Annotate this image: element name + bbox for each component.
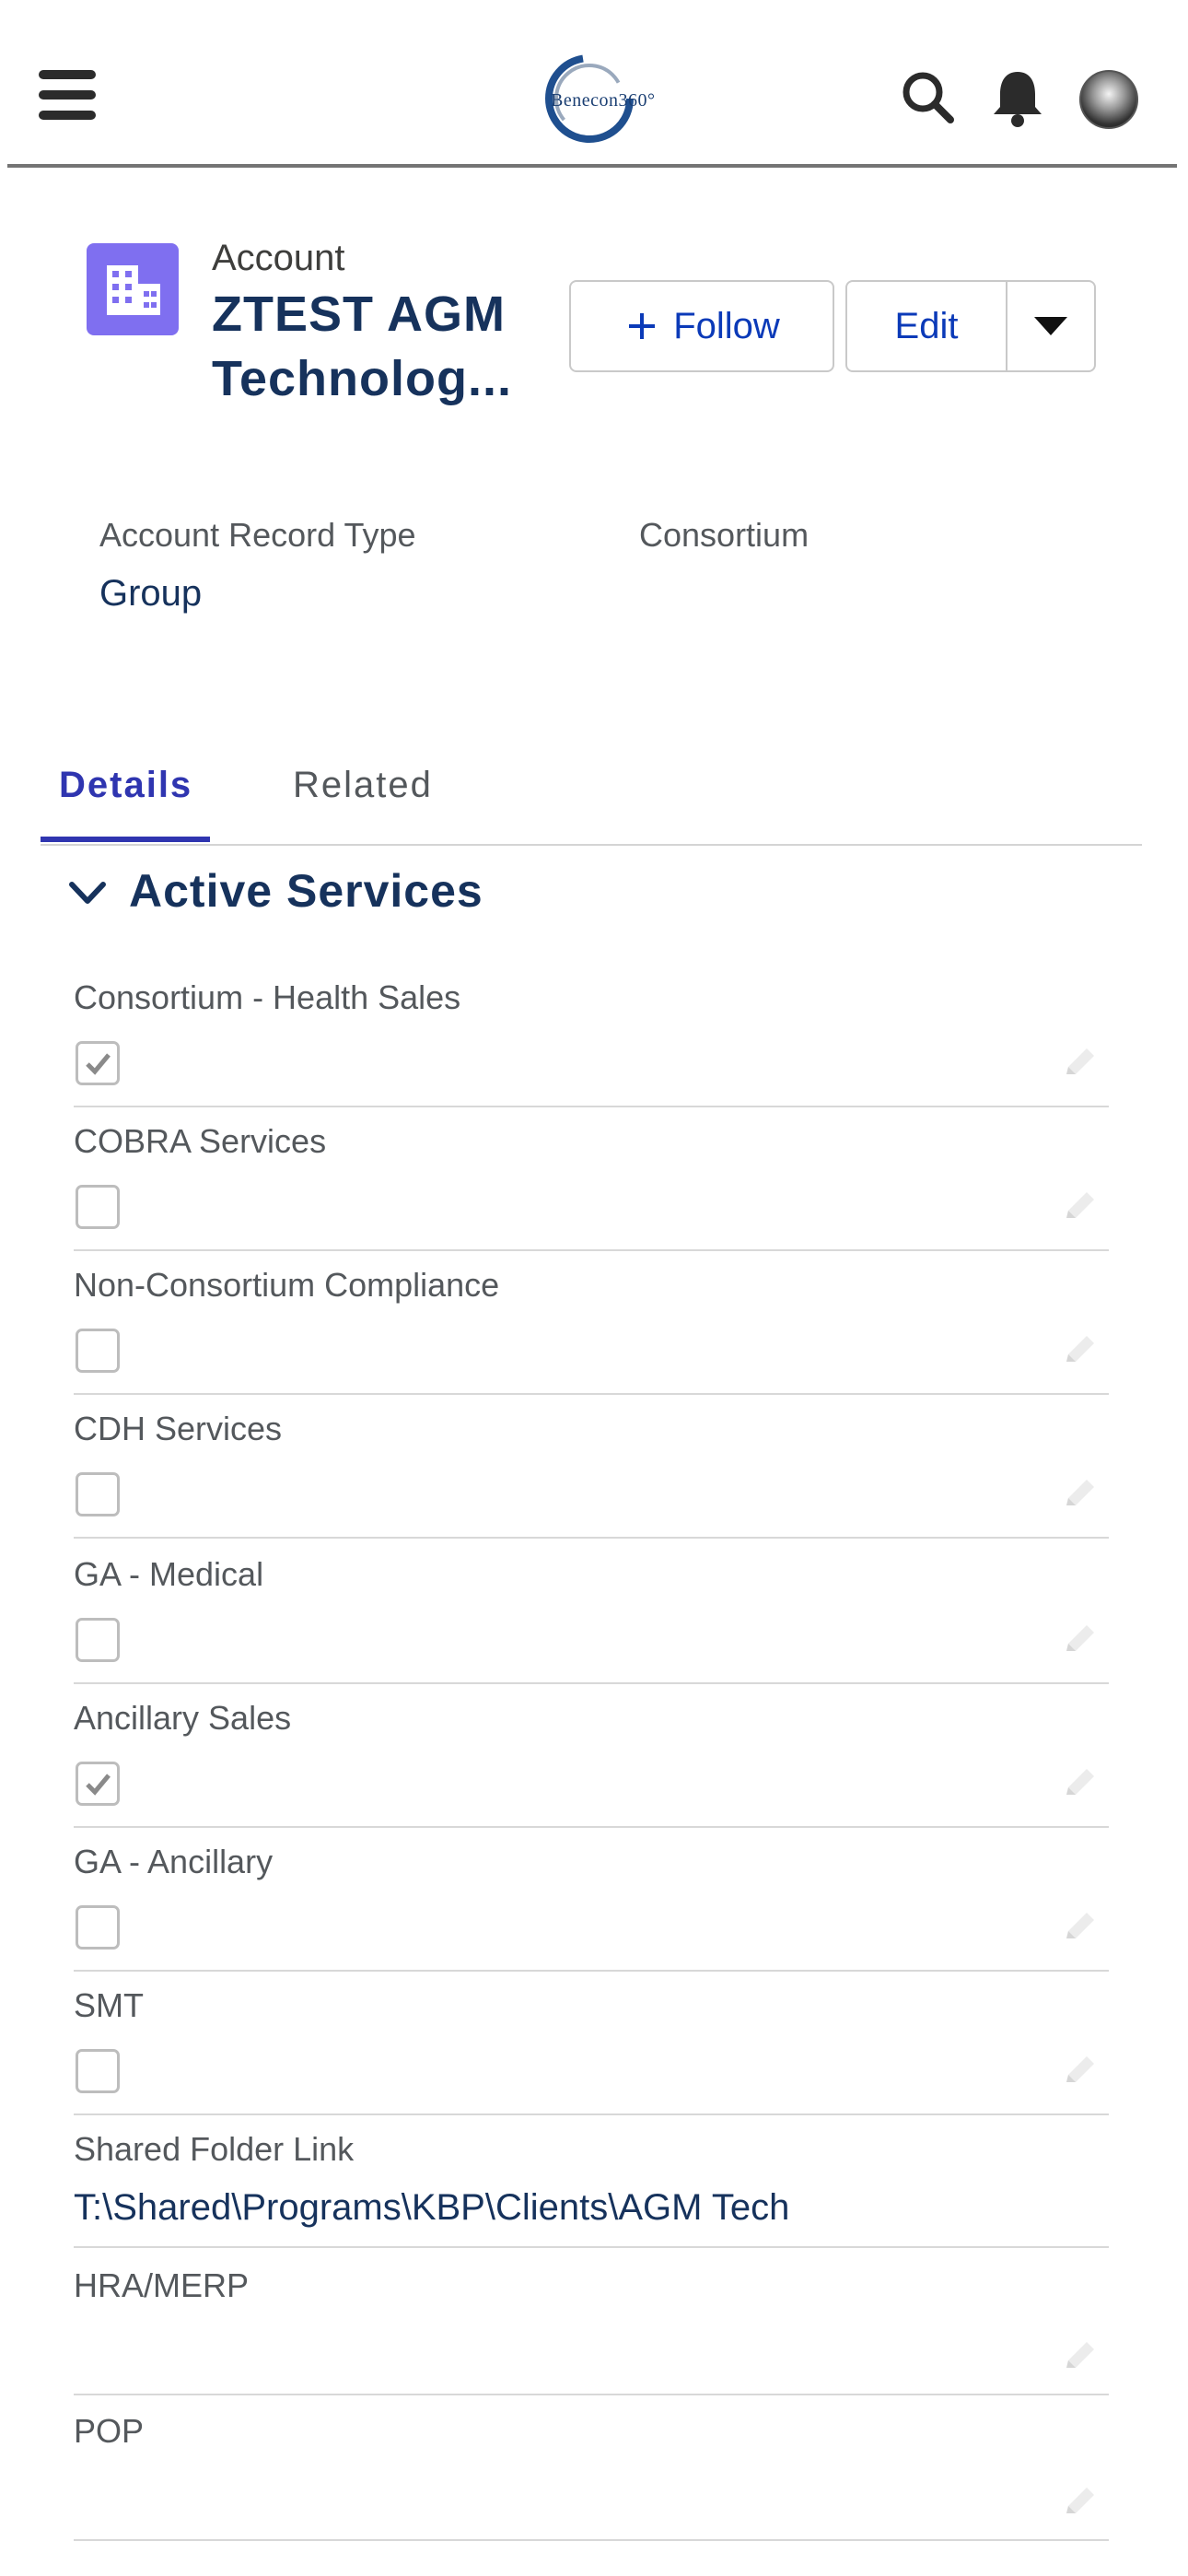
pencil-edit-icon[interactable] (1059, 1620, 1100, 1660)
account-object-icon (87, 243, 179, 335)
caret-down-icon (1034, 317, 1067, 335)
checkmark-icon (86, 1774, 111, 1796)
field-divider (74, 2539, 1109, 2541)
field-hra-merp: HRA/MERP (74, 2266, 1109, 2395)
pencil-edit-icon[interactable] (1059, 2336, 1100, 2377)
object-type-label: Account (212, 238, 345, 278)
field-label: POP (74, 2412, 145, 2450)
field-label: GA - Ancillary (74, 1843, 274, 1880)
field-divider (74, 1106, 1109, 1107)
tab-related[interactable]: Related (293, 765, 433, 806)
field-divider (74, 2246, 1109, 2248)
tab-divider (41, 844, 1142, 846)
highlight-value-record-type: Group (99, 573, 203, 614)
field-divider (74, 2394, 1109, 2395)
record-name-line1: ZTEST AGM (212, 287, 506, 342)
highlight-label-record-type: Account Record Type (99, 516, 416, 554)
field-divider (74, 1249, 1109, 1251)
checkmark-icon (86, 1053, 111, 1075)
field-cobra-services: COBRA Services (74, 1122, 1109, 1251)
plus-icon (629, 313, 656, 339)
field-ga-medical: GA - Medical (74, 1555, 1109, 1684)
field-divider (74, 1970, 1109, 1972)
search-icon[interactable] (897, 66, 961, 131)
field-label: CDH Services (74, 1410, 283, 1447)
checkbox-unchecked (76, 2049, 120, 2093)
checkbox-unchecked (76, 1472, 120, 1516)
app-logo: Benecon360° (534, 50, 656, 147)
field-divider (74, 2113, 1109, 2115)
field-ga-ancillary: GA - Ancillary (74, 1843, 1109, 1972)
checkbox-checked (76, 1762, 120, 1806)
active-tab-indicator (41, 837, 210, 842)
bell-icon[interactable] (985, 66, 1050, 131)
top-navigation-bar: Benecon360° (0, 0, 1188, 168)
field-label: Ancillary Sales (74, 1699, 292, 1737)
pencil-edit-icon[interactable] (1059, 1330, 1100, 1371)
field-cdh-services: CDH Services (74, 1410, 1109, 1539)
topbar-divider (7, 164, 1177, 168)
field-label: SMT (74, 1986, 144, 2024)
pencil-edit-icon[interactable] (1059, 2482, 1100, 2523)
pencil-edit-icon[interactable] (1059, 1763, 1100, 1804)
checkbox-unchecked (76, 1185, 120, 1229)
hamburger-menu-icon[interactable] (39, 70, 96, 120)
field-label: GA - Medical (74, 1555, 264, 1593)
field-divider (74, 1537, 1109, 1539)
field-divider (74, 1682, 1109, 1684)
field-ancillary-sales: Ancillary Sales (74, 1699, 1109, 1828)
edit-button-label: Edit (894, 305, 959, 346)
field-divider (74, 1393, 1109, 1395)
field-shared-folder-link: Shared Folder Link T:\Shared\Programs\KB… (74, 2130, 1109, 2250)
chevron-down-icon[interactable] (64, 875, 111, 912)
checkbox-unchecked (76, 1329, 120, 1373)
field-label: Consortium - Health Sales (74, 978, 461, 1016)
follow-button[interactable]: Follow (569, 280, 834, 372)
follow-button-label: Follow (673, 305, 780, 346)
pencil-edit-icon[interactable] (1059, 2051, 1100, 2091)
record-name: ZTEST AGM Technolog... (212, 282, 512, 411)
more-actions-button[interactable] (1006, 280, 1096, 372)
field-consortium-health-sales: Consortium - Health Sales (74, 978, 1109, 1107)
field-label: HRA/MERP (74, 2266, 250, 2304)
field-label: Shared Folder Link (74, 2130, 355, 2168)
field-non-consortium-compliance: Non-Consortium Compliance (74, 1266, 1109, 1395)
section-title-active-services[interactable]: Active Services (129, 864, 483, 918)
pencil-edit-icon[interactable] (1059, 1187, 1100, 1227)
record-name-line2: Technolog... (212, 351, 512, 406)
checkbox-checked (76, 1041, 120, 1085)
field-value-shared-folder-link[interactable]: T:\Shared\Programs\KBP\Clients\AGM Tech (74, 2187, 789, 2229)
checkbox-unchecked (76, 1618, 120, 1662)
field-divider (74, 1826, 1109, 1828)
field-smt: SMT (74, 1986, 1109, 2115)
user-avatar[interactable] (1079, 70, 1138, 129)
tab-details[interactable]: Details (59, 765, 192, 806)
highlight-label-consortium: Consortium (639, 516, 809, 554)
pencil-edit-icon[interactable] (1059, 1907, 1100, 1948)
field-pop: POP (74, 2412, 1109, 2541)
edit-button[interactable]: Edit (845, 280, 1007, 372)
pencil-edit-icon[interactable] (1059, 1474, 1100, 1515)
field-label: Non-Consortium Compliance (74, 1266, 500, 1304)
field-label: COBRA Services (74, 1122, 327, 1160)
logo-text: Benecon360° (551, 90, 656, 111)
pencil-edit-icon[interactable] (1059, 1043, 1100, 1083)
checkbox-unchecked (76, 1905, 120, 1950)
